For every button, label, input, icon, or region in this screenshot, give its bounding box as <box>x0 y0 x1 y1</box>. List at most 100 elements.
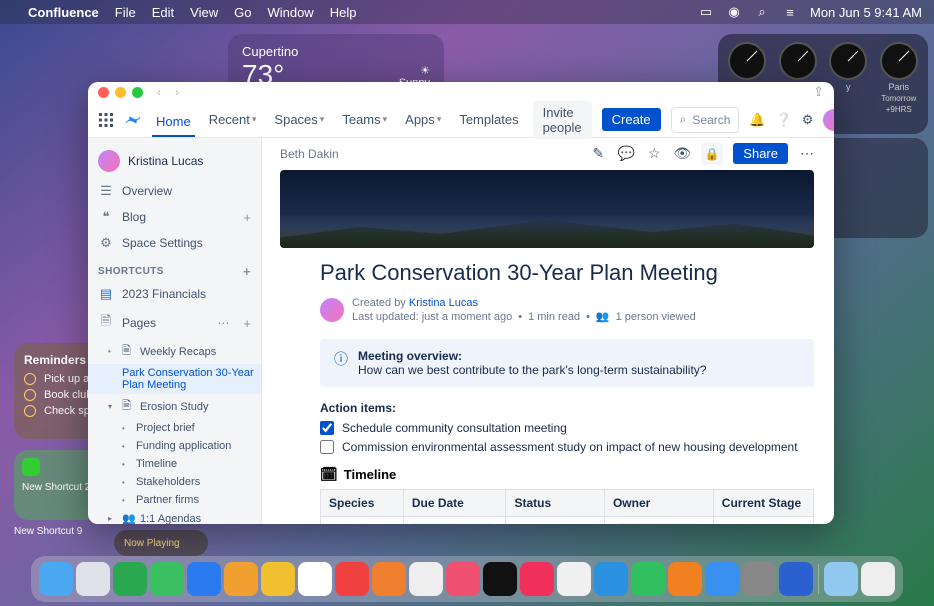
table-header: Status <box>506 489 605 516</box>
settings-gear-icon[interactable]: ⚙ <box>802 112 814 128</box>
user-mention[interactable]: @Rigo Rangel <box>613 523 701 524</box>
dock-app-icon[interactable] <box>483 562 517 596</box>
dock-app-icon[interactable] <box>824 562 858 596</box>
tree-weekly-recaps[interactable]: •🗎Weekly Recaps <box>88 339 261 364</box>
nav-templates[interactable]: Templates <box>455 109 522 130</box>
date-lozenge[interactable]: June 21, 2023 <box>412 523 494 524</box>
pages-icon: 🗎 <box>98 312 114 334</box>
tree-erosion-study[interactable]: ▾🗎Erosion Study <box>88 394 261 419</box>
tree-agendas[interactable]: ▸👥1:1 Agendas <box>88 509 261 524</box>
add-blog-icon[interactable]: + <box>243 210 251 225</box>
dock-app-icon[interactable] <box>150 562 184 596</box>
battery-icon[interactable]: ▭ <box>698 4 714 20</box>
sidebar-pages-header[interactable]: 🗎Pages⋯+ <box>88 307 261 339</box>
star-icon[interactable]: ☆ <box>645 145 663 162</box>
tree-timeline[interactable]: •Timeline <box>88 455 261 473</box>
sidebar-space-settings[interactable]: ⚙Space Settings <box>88 230 261 256</box>
dock-app-icon[interactable] <box>594 562 628 596</box>
action-item: Commission environmental assessment stud… <box>320 440 814 454</box>
app-menu-name[interactable]: Confluence <box>28 5 99 20</box>
nav-teams[interactable]: Teams▾ <box>338 109 391 130</box>
tree-stakeholders[interactable]: •Stakeholders <box>88 473 261 491</box>
window-zoom-button[interactable] <box>132 87 143 98</box>
dock-app-icon[interactable] <box>742 562 776 596</box>
sidebar-overview[interactable]: ☰Overview <box>88 178 261 204</box>
menu-help[interactable]: Help <box>330 5 357 20</box>
dock-app-icon[interactable] <box>705 562 739 596</box>
dock-app-icon[interactable] <box>372 562 406 596</box>
app-switcher-icon[interactable] <box>98 110 114 130</box>
notifications-icon[interactable]: 🔔 <box>749 112 765 128</box>
share-button[interactable]: Share <box>733 143 788 164</box>
table-header: Owner <box>604 489 713 516</box>
watch-icon[interactable]: 👁 <box>673 145 691 162</box>
dock-app-icon[interactable] <box>224 562 258 596</box>
nav-recent[interactable]: Recent▾ <box>205 109 261 130</box>
dock-app-icon[interactable] <box>557 562 591 596</box>
edit-icon[interactable]: ✎ <box>589 145 607 162</box>
macos-dock <box>31 556 903 602</box>
spotlight-icon[interactable]: ⌕ <box>754 4 770 20</box>
dock-app-icon[interactable] <box>76 562 110 596</box>
space-avatar <box>98 150 120 172</box>
sidebar-blog[interactable]: ❝Blog+ <box>88 204 261 230</box>
dock-app-icon[interactable] <box>298 562 332 596</box>
more-actions-icon[interactable]: ⋯ <box>798 145 816 162</box>
add-page-icon[interactable]: + <box>243 316 251 331</box>
dock-app-icon[interactable] <box>861 562 895 596</box>
calendar-icon: 🗓 <box>320 466 338 483</box>
comment-icon[interactable]: 💬 <box>617 145 635 162</box>
tree-park-conservation[interactable]: Park Conservation 30-Year Plan Meeting <box>88 364 261 394</box>
restrictions-icon[interactable]: 🔒 <box>701 143 723 165</box>
invite-people-button[interactable]: Invite people <box>533 101 592 139</box>
action-checkbox[interactable] <box>320 421 334 435</box>
page-title: Park Conservation 30-Year Plan Meeting <box>320 260 814 286</box>
nav-forward-button[interactable]: › <box>175 85 179 99</box>
dock-app-icon[interactable] <box>409 562 443 596</box>
more-icon[interactable]: ⋯ <box>217 316 229 330</box>
timeline-table: Species Due Date Status Owner Current St… <box>320 489 814 524</box>
nav-apps[interactable]: Apps▾ <box>401 109 445 130</box>
dock-app-icon[interactable] <box>520 562 554 596</box>
nav-home[interactable]: Home <box>152 111 195 137</box>
table-header: Due Date <box>403 489 506 516</box>
create-button[interactable]: Create <box>602 108 661 131</box>
window-close-button[interactable] <box>98 87 109 98</box>
window-minimize-button[interactable] <box>115 87 126 98</box>
share-system-icon[interactable]: ⇪ <box>813 84 824 100</box>
dock-app-icon[interactable] <box>446 562 480 596</box>
dock-app-icon[interactable] <box>335 562 369 596</box>
wifi-icon[interactable]: ◉ <box>726 4 742 20</box>
menu-window[interactable]: Window <box>267 5 313 20</box>
nav-spaces[interactable]: Spaces▾ <box>270 109 328 130</box>
dock-app-icon[interactable] <box>631 562 665 596</box>
tree-project-brief[interactable]: •Project brief <box>88 419 261 437</box>
nav-back-button[interactable]: ‹ <box>157 85 161 99</box>
dock-app-icon[interactable] <box>779 562 813 596</box>
dock-app-icon[interactable] <box>261 562 295 596</box>
control-center-icon[interactable]: ≡ <box>782 4 798 20</box>
now-playing-widget[interactable]: Now Playing <box>114 530 208 556</box>
menubar-datetime[interactable]: Mon Jun 5 9:41 AM <box>810 5 922 20</box>
menu-view[interactable]: View <box>190 5 218 20</box>
menu-edit[interactable]: Edit <box>152 5 174 20</box>
profile-avatar[interactable] <box>823 109 834 131</box>
doc-icon: ▤ <box>98 286 114 302</box>
dock-app-icon[interactable] <box>39 562 73 596</box>
add-shortcut-icon[interactable]: + <box>243 264 251 279</box>
global-search-input[interactable]: ⌕ Search <box>671 107 740 133</box>
dock-app-icon[interactable] <box>668 562 702 596</box>
menu-go[interactable]: Go <box>234 5 251 20</box>
sidebar-shortcut-item[interactable]: ▤2023 Financials <box>88 281 261 307</box>
menu-file[interactable]: File <box>115 5 136 20</box>
author-avatar[interactable] <box>320 298 344 322</box>
tree-funding[interactable]: •Funding application <box>88 437 261 455</box>
dock-app-icon[interactable] <box>187 562 221 596</box>
confluence-logo-icon[interactable] <box>124 110 142 130</box>
dock-app-icon[interactable] <box>113 562 147 596</box>
action-checkbox[interactable] <box>320 440 334 454</box>
breadcrumb[interactable]: Beth Dakin <box>280 147 339 161</box>
tree-partner-firms[interactable]: •Partner firms <box>88 491 261 509</box>
space-header[interactable]: Kristina Lucas <box>88 144 261 178</box>
help-icon[interactable]: ❔ <box>776 112 792 128</box>
